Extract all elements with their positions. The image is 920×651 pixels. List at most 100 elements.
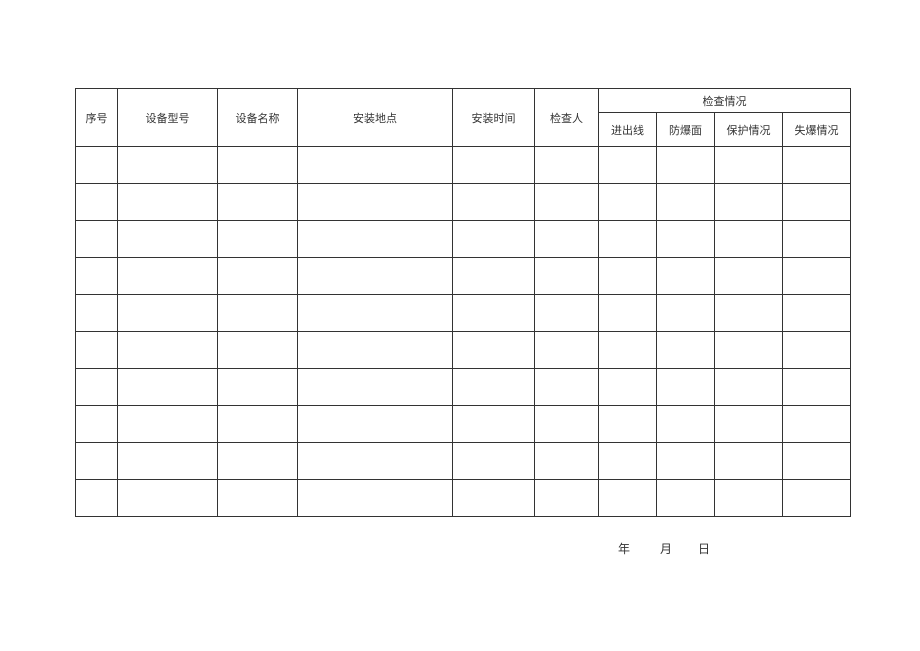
cell-model	[118, 147, 218, 184]
cell-location	[298, 406, 453, 443]
month-label: 月	[660, 540, 674, 557]
cell-explosion_surface	[657, 480, 715, 517]
cell-model	[118, 221, 218, 258]
cell-model	[118, 295, 218, 332]
table-row	[76, 295, 851, 332]
date-line: 年月日	[618, 540, 712, 557]
cell-name	[218, 221, 298, 258]
cell-loss_explosion	[783, 480, 851, 517]
cell-seq	[76, 221, 118, 258]
table-row	[76, 221, 851, 258]
table-row	[76, 258, 851, 295]
table-row	[76, 443, 851, 480]
inspection-table: 序号 设备型号 设备名称 安装地点 安装时间 检查人 检查情况 进出线 防爆面 …	[75, 88, 851, 517]
cell-install_time	[453, 184, 535, 221]
cell-protection	[715, 295, 783, 332]
cell-inout_line	[599, 332, 657, 369]
header-seq: 序号	[76, 89, 118, 147]
cell-inspector	[535, 406, 599, 443]
cell-loss_explosion	[783, 147, 851, 184]
cell-location	[298, 184, 453, 221]
table-header: 序号 设备型号 设备名称 安装地点 安装时间 检查人 检查情况 进出线 防爆面 …	[76, 89, 851, 147]
cell-name	[218, 480, 298, 517]
cell-inout_line	[599, 443, 657, 480]
cell-seq	[76, 295, 118, 332]
cell-inout_line	[599, 147, 657, 184]
cell-protection	[715, 147, 783, 184]
header-row-1: 序号 设备型号 设备名称 安装地点 安装时间 检查人 检查情况	[76, 89, 851, 113]
cell-explosion_surface	[657, 147, 715, 184]
cell-protection	[715, 480, 783, 517]
cell-inout_line	[599, 480, 657, 517]
cell-location	[298, 369, 453, 406]
cell-explosion_surface	[657, 295, 715, 332]
cell-loss_explosion	[783, 221, 851, 258]
cell-inspector	[535, 369, 599, 406]
cell-protection	[715, 443, 783, 480]
header-model: 设备型号	[118, 89, 218, 147]
cell-location	[298, 332, 453, 369]
cell-seq	[76, 480, 118, 517]
table-row	[76, 184, 851, 221]
cell-name	[218, 147, 298, 184]
table-row	[76, 147, 851, 184]
cell-inspector	[535, 258, 599, 295]
header-name: 设备名称	[218, 89, 298, 147]
cell-location	[298, 147, 453, 184]
header-explosion-surface: 防爆面	[657, 113, 715, 147]
cell-model	[118, 332, 218, 369]
cell-inspector	[535, 332, 599, 369]
year-label: 年	[618, 540, 632, 557]
cell-name	[218, 406, 298, 443]
cell-loss_explosion	[783, 369, 851, 406]
table-row	[76, 332, 851, 369]
cell-explosion_surface	[657, 369, 715, 406]
cell-protection	[715, 406, 783, 443]
cell-inout_line	[599, 221, 657, 258]
table-row	[76, 406, 851, 443]
cell-location	[298, 443, 453, 480]
cell-location	[298, 480, 453, 517]
cell-inspector	[535, 184, 599, 221]
header-inspection-group: 检查情况	[599, 89, 851, 113]
cell-inout_line	[599, 406, 657, 443]
table-body	[76, 147, 851, 517]
cell-model	[118, 369, 218, 406]
cell-explosion_surface	[657, 443, 715, 480]
cell-model	[118, 443, 218, 480]
cell-install_time	[453, 480, 535, 517]
cell-inspector	[535, 295, 599, 332]
cell-loss_explosion	[783, 443, 851, 480]
cell-install_time	[453, 332, 535, 369]
header-inout-line: 进出线	[599, 113, 657, 147]
cell-explosion_surface	[657, 184, 715, 221]
cell-protection	[715, 184, 783, 221]
cell-inout_line	[599, 369, 657, 406]
cell-explosion_surface	[657, 332, 715, 369]
inspection-table-container: 序号 设备型号 设备名称 安装地点 安装时间 检查人 检查情况 进出线 防爆面 …	[75, 88, 850, 517]
cell-loss_explosion	[783, 184, 851, 221]
header-loss-explosion: 失爆情况	[783, 113, 851, 147]
day-label: 日	[698, 540, 712, 557]
cell-seq	[76, 406, 118, 443]
cell-location	[298, 258, 453, 295]
cell-install_time	[453, 147, 535, 184]
cell-explosion_surface	[657, 406, 715, 443]
cell-protection	[715, 332, 783, 369]
cell-name	[218, 295, 298, 332]
cell-loss_explosion	[783, 332, 851, 369]
cell-location	[298, 295, 453, 332]
cell-seq	[76, 184, 118, 221]
cell-loss_explosion	[783, 295, 851, 332]
cell-protection	[715, 369, 783, 406]
cell-name	[218, 258, 298, 295]
cell-install_time	[453, 258, 535, 295]
cell-model	[118, 406, 218, 443]
cell-protection	[715, 258, 783, 295]
header-protection: 保护情况	[715, 113, 783, 147]
header-inspector: 检查人	[535, 89, 599, 147]
cell-seq	[76, 258, 118, 295]
cell-loss_explosion	[783, 406, 851, 443]
cell-model	[118, 258, 218, 295]
header-location: 安装地点	[298, 89, 453, 147]
